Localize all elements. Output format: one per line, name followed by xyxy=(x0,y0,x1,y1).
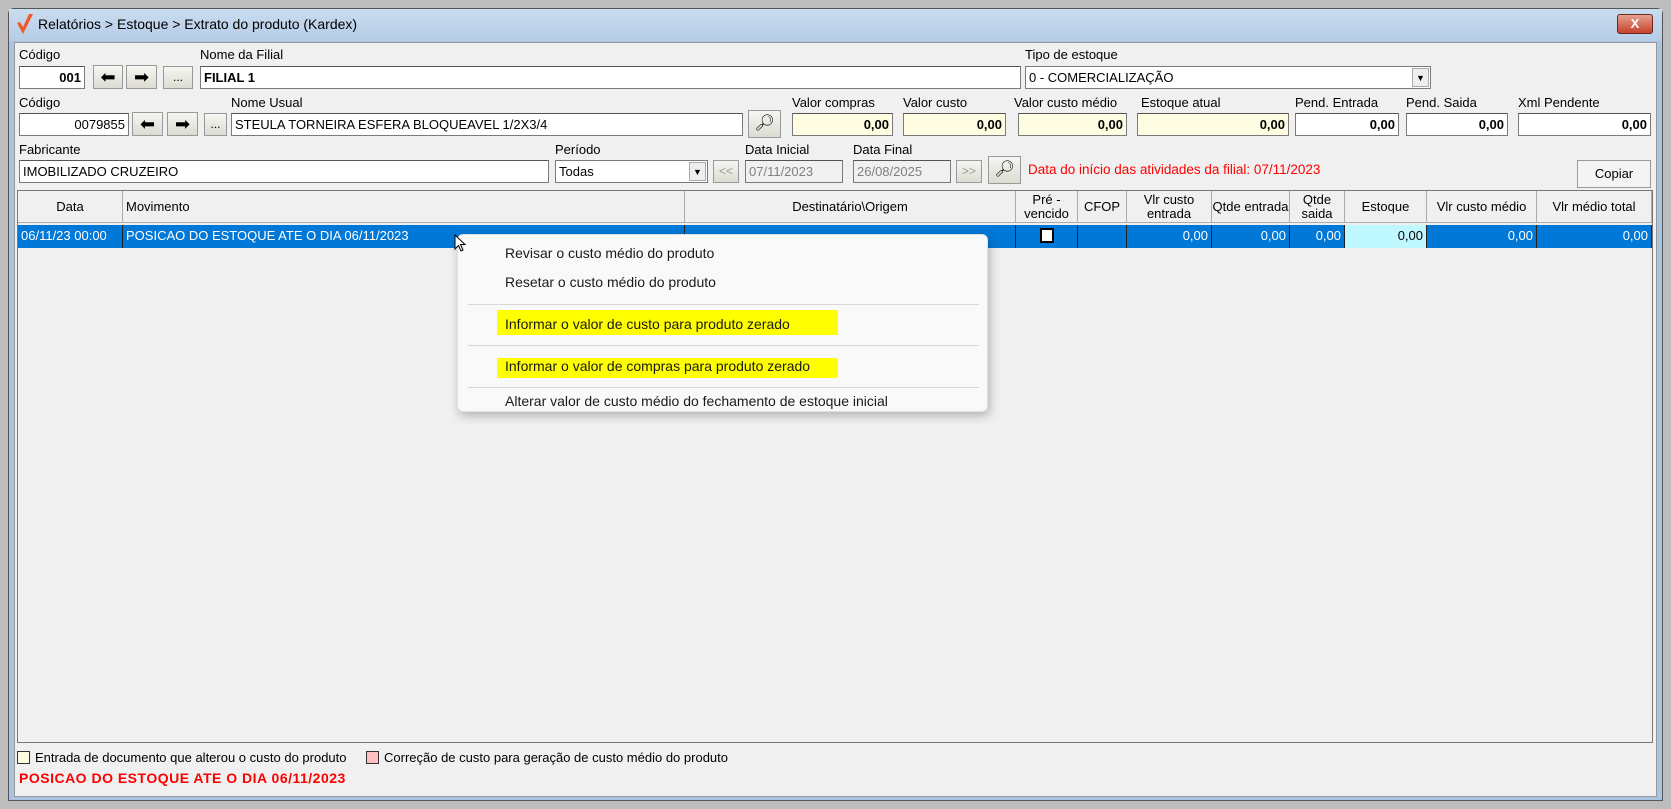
window-title: Relatórios > Estoque > Extrato do produt… xyxy=(38,16,358,32)
data-inicial-input[interactable]: 07/11/2023 xyxy=(745,160,843,183)
produto-nome-input[interactable]: STEULA TORNEIRA ESFERA BLOQUEAVEL 1/2X3/… xyxy=(231,113,743,136)
magnifier-icon: 🔎︎ xyxy=(994,161,1015,178)
col-header-data[interactable]: Data xyxy=(18,191,123,223)
pend-entrada-field: 0,00 xyxy=(1295,113,1399,136)
menu-item-informar-compras[interactable]: Informar o valor de compras para produto… xyxy=(505,358,810,374)
tipo-estoque-value: 0 - COMERCIALIZAÇÃO xyxy=(1029,70,1174,85)
valor-custo-field: 0,00 xyxy=(903,113,1006,136)
xml-pendente-field: 0,00 xyxy=(1518,113,1651,136)
tipo-estoque-select[interactable]: 0 - COMERCIALIZAÇÃO ▼ xyxy=(1025,66,1431,89)
data-final-label: Data Final xyxy=(853,142,913,157)
filial-nome-input[interactable]: FILIAL 1 xyxy=(200,66,1021,89)
filial-codigo-input[interactable]: 001 xyxy=(19,66,85,89)
status-text: POSICAO DO ESTOQUE ATE O DIA 06/11/2023 xyxy=(19,770,346,786)
arrow-left-icon: ⬅ xyxy=(100,67,116,87)
close-button[interactable]: X xyxy=(1617,14,1653,34)
produto-search-button[interactable]: 🔎︎ xyxy=(748,110,781,138)
pend-entrada-label: Pend. Entrada xyxy=(1295,95,1379,110)
valor-compras-field: 0,00 xyxy=(792,113,893,136)
produto-next-button[interactable]: ➡ xyxy=(167,112,198,136)
produto-prev-button[interactable]: ⬅ xyxy=(132,112,163,136)
data-inicial-label: Data Inicial xyxy=(745,142,810,157)
fabricante-input[interactable]: IMOBILIZADO CRUZEIRO xyxy=(19,160,549,183)
legend-label: Correção de custo para geração de custo … xyxy=(384,750,728,765)
cell-vlr-custo-medio: 0,00 xyxy=(1427,225,1537,248)
cell-estoque: 0,00 xyxy=(1345,225,1427,248)
produto-nome-label: Nome Usual xyxy=(231,95,303,110)
valor-custo-medio-label: Valor custo médio xyxy=(1014,95,1118,110)
filial-nome-label: Nome da Filial xyxy=(200,47,284,62)
menu-separator xyxy=(468,345,979,346)
legend-label: Entrada de documento que alterou o custo… xyxy=(35,750,347,765)
menu-separator xyxy=(468,387,979,388)
produto-codigo-label: Código xyxy=(19,95,61,110)
menu-item-informar-custo[interactable]: Informar o valor de custo para produto z… xyxy=(505,316,790,332)
filial-next-button[interactable]: ➡ xyxy=(126,65,157,89)
estoque-atual-label: Estoque atual xyxy=(1141,95,1221,110)
chevron-down-icon: ▼ xyxy=(689,162,706,181)
cell-cfop xyxy=(1078,225,1127,248)
cell-pre-vencido xyxy=(1016,225,1078,248)
copiar-button[interactable]: Copiar xyxy=(1577,160,1651,188)
chevron-down-icon: ▼ xyxy=(1412,68,1429,87)
pre-vencido-checkbox[interactable] xyxy=(1039,228,1054,243)
filial-search-more-button[interactable]: ... xyxy=(163,66,193,89)
col-header-vlr-custo-medio[interactable]: Vlr custo médio xyxy=(1427,191,1537,223)
col-header-qtde-entrada[interactable]: Qtde entrada xyxy=(1212,191,1290,223)
col-header-estoque[interactable]: Estoque xyxy=(1345,191,1427,223)
menu-item-resetar[interactable]: Resetar o custo médio do produto xyxy=(505,274,716,290)
pend-saida-label: Pend. Saida xyxy=(1406,95,1477,110)
cell-data: 06/11/23 00:00 xyxy=(18,225,123,248)
periodo-prev-button[interactable]: << xyxy=(713,160,739,183)
periodo-search-button[interactable]: 🔎︎ xyxy=(988,156,1021,184)
legend-swatch xyxy=(366,751,379,764)
periodo-select[interactable]: Todas ▼ xyxy=(555,160,708,183)
data-final-input[interactable]: 26/08/2025 xyxy=(853,160,951,183)
filial-prev-button[interactable]: ⬅ xyxy=(93,65,123,89)
produto-search-more-button[interactable]: ... xyxy=(204,113,227,136)
pend-saida-field: 0,00 xyxy=(1406,113,1508,136)
col-header-vlr-medio-total[interactable]: Vlr médio total xyxy=(1537,191,1652,223)
menu-item-alterar-custo-medio[interactable]: Alterar valor de custo médio do fechamen… xyxy=(505,393,888,409)
filial-codigo-label: Código xyxy=(19,47,61,62)
cell-qtde-saida: 0,00 xyxy=(1290,225,1345,248)
menu-item-revisar[interactable]: Revisar o custo médio do produto xyxy=(505,245,714,261)
tipo-estoque-label: Tipo de estoque xyxy=(1025,47,1118,62)
arrow-left-icon: ⬅ xyxy=(139,114,156,134)
col-header-qtde-saida[interactable]: Qtde saida xyxy=(1290,191,1345,223)
arrow-right-icon: ➡ xyxy=(174,114,191,134)
app-logo-icon xyxy=(17,14,33,34)
produto-codigo-input[interactable]: 0079855 xyxy=(19,113,129,136)
legend-item-correcao: Correção de custo para geração de custo … xyxy=(366,750,728,765)
valor-compras-label: Valor compras xyxy=(792,95,875,110)
cell-vlr-medio-total: 0,00 xyxy=(1537,225,1652,248)
valor-custo-medio-field: 0,00 xyxy=(1018,113,1127,136)
cell-vlr-custo-entrada: 0,00 xyxy=(1127,225,1212,248)
context-menu: Revisar o custo médio do produto Resetar… xyxy=(457,234,988,412)
periodo-next-button[interactable]: >> xyxy=(956,160,982,183)
info-text: Data do início das atividades da filial:… xyxy=(1028,162,1321,177)
arrow-right-icon: ➡ xyxy=(133,67,150,87)
col-header-cfop[interactable]: CFOP xyxy=(1078,191,1127,223)
legend-swatch xyxy=(17,751,30,764)
menu-separator xyxy=(468,304,979,305)
xml-pendente-label: Xml Pendente xyxy=(1518,95,1600,110)
magnifier-icon: 🔎︎ xyxy=(754,115,775,132)
col-header-pre-vencido[interactable]: Pré - vencido xyxy=(1016,191,1078,223)
fabricante-label: Fabricante xyxy=(19,142,81,157)
col-header-vlr-custo-entrada[interactable]: Vlr custo entrada xyxy=(1127,191,1212,223)
cell-qtde-entrada: 0,00 xyxy=(1212,225,1290,248)
legend-item-entrada: Entrada de documento que alterou o custo… xyxy=(17,750,347,765)
mouse-cursor-icon xyxy=(454,234,467,252)
col-header-movimento[interactable]: Movimento xyxy=(123,191,685,223)
periodo-value: Todas xyxy=(559,164,594,179)
col-header-destinatario[interactable]: Destinatário\Origem xyxy=(685,191,1016,223)
estoque-atual-field: 0,00 xyxy=(1137,113,1289,136)
valor-custo-label: Valor custo xyxy=(903,95,968,110)
periodo-label: Período xyxy=(555,142,601,157)
